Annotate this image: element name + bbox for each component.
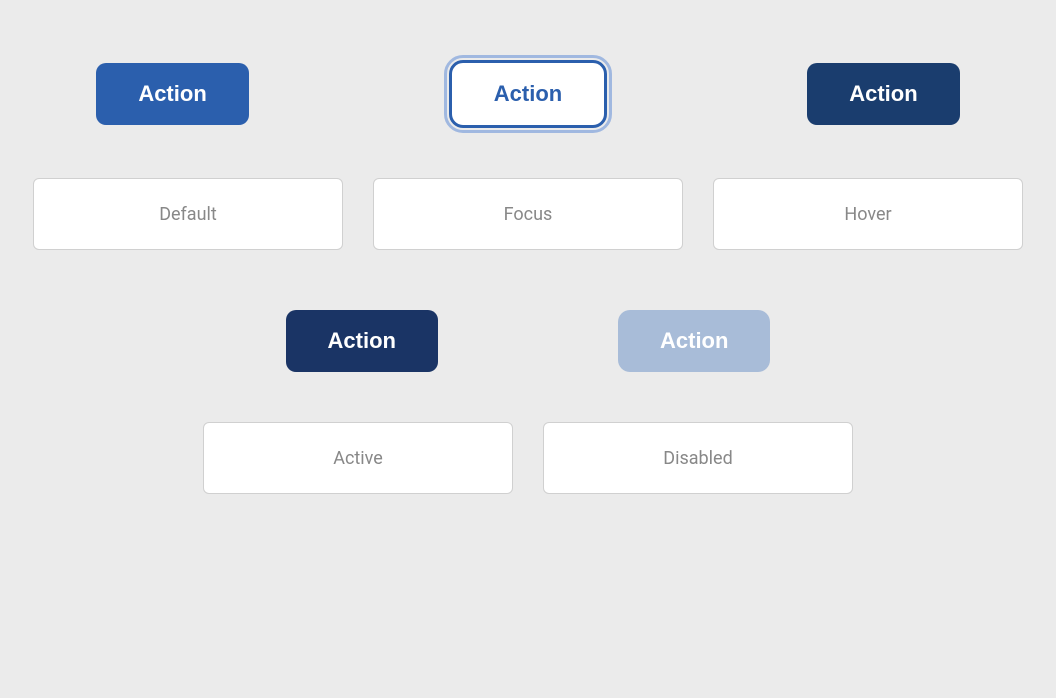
disabled-button: Action [618,310,770,372]
hover-button[interactable]: Action [807,63,959,125]
row-2-labels: Default Focus Hover [0,178,1056,250]
active-button[interactable]: Action [286,310,438,372]
active-label: Active [203,422,513,494]
row-1-buttons: Action Action Action [0,0,1056,128]
focus-label: Focus [373,178,683,250]
default-label: Default [33,178,343,250]
hover-label: Hover [713,178,1023,250]
main-canvas: Action Action Action Default Focus Hover… [0,0,1056,698]
row-3-buttons: Action Action [0,310,1056,372]
disabled-label: Disabled [543,422,853,494]
focus-button[interactable]: Action [449,60,607,128]
row-4-labels: Active Disabled [0,422,1056,494]
default-button[interactable]: Action [96,63,248,125]
